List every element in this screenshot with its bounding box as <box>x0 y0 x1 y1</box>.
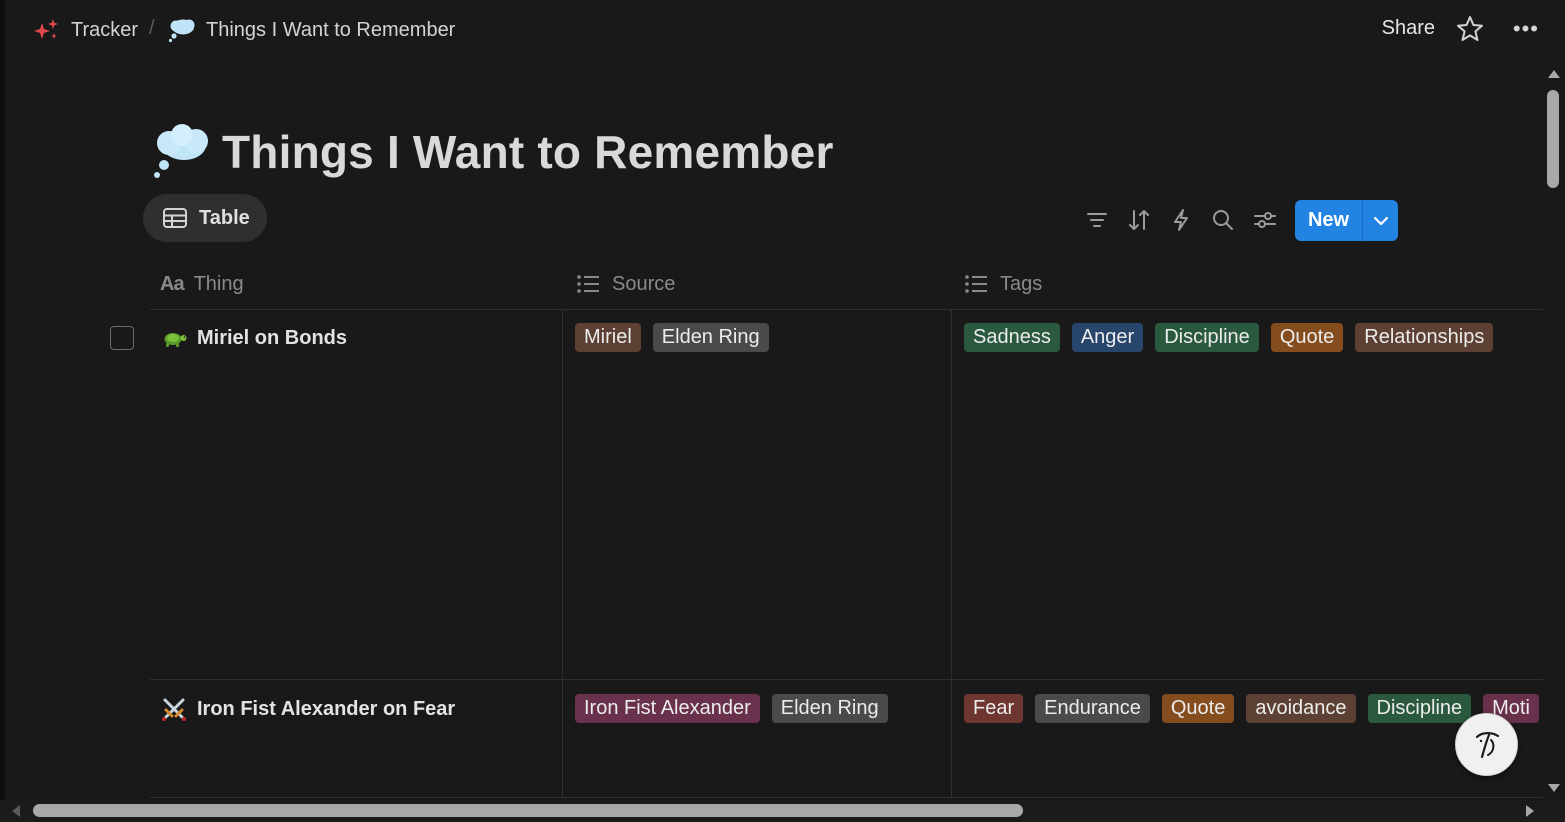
tag-pill: Sadness <box>964 323 1060 352</box>
page-title[interactable]: Things I Want to Remember <box>222 125 834 179</box>
new-button[interactable]: New <box>1295 200 1363 241</box>
scroll-up-arrow-icon[interactable] <box>1547 68 1561 80</box>
breadcrumb-page[interactable]: Things I Want to Remember <box>168 17 455 43</box>
row-divider <box>150 797 1543 798</box>
row-divider <box>150 679 1543 680</box>
breadcrumb-workspace-label: Tracker <box>71 18 139 41</box>
tag-pill: Quote <box>1270 323 1344 352</box>
scroll-down-arrow-icon[interactable] <box>1547 782 1561 794</box>
scroll-left-arrow-icon[interactable] <box>10 804 22 818</box>
column-header-label: Source <box>612 272 676 295</box>
sparkles-icon <box>34 19 58 39</box>
scroll-right-arrow-icon[interactable] <box>1524 804 1536 818</box>
tag-pill: Quote <box>1161 694 1235 723</box>
thought-balloon-icon <box>168 19 195 43</box>
view-settings-icon[interactable] <box>1252 207 1278 233</box>
table-row-title[interactable]: Iron Fist Alexander on Fear <box>160 694 455 724</box>
top-bar: Tracker / Things I Want to Remember Shar… <box>5 0 1565 58</box>
tags-cell[interactable]: Fear Endurance Quote avoidance Disciplin… <box>964 694 1542 723</box>
breadcrumb-workspace[interactable]: Tracker <box>33 17 138 43</box>
horizontal-scrollbar[interactable] <box>0 800 1565 822</box>
tag-pill: Discipline <box>1367 694 1472 723</box>
row-title-label: Iron Fist Alexander on Fear <box>197 697 456 720</box>
window-left-edge <box>0 0 5 822</box>
new-dropdown-button[interactable] <box>1363 200 1398 241</box>
search-icon[interactable] <box>1210 207 1236 233</box>
source-tag: Iron Fist Alexander <box>575 694 760 723</box>
row-title-label: Miriel on Bonds <box>197 326 347 349</box>
list-icon <box>965 275 987 293</box>
new-button-group: New <box>1295 200 1398 241</box>
source-tag: Miriel <box>575 323 641 352</box>
text-aa-icon: Aa <box>160 272 185 295</box>
column-divider <box>562 310 563 798</box>
source-cell[interactable]: Miriel Elden Ring <box>575 323 945 352</box>
breadcrumb-page-label: Things I Want to Remember <box>206 18 456 41</box>
list-icon <box>577 275 599 293</box>
column-header-label: Tags <box>1000 272 1043 295</box>
sort-icon[interactable] <box>1126 207 1152 233</box>
thought-balloon-icon <box>154 124 208 178</box>
tags-cell[interactable]: Sadness Anger Discipline Quote Relations… <box>964 323 1542 352</box>
source-cell[interactable]: Iron Fist Alexander Elden Ring <box>575 694 945 723</box>
ai-face-icon <box>1475 731 1499 758</box>
view-tab-table[interactable]: Table <box>143 194 267 242</box>
column-header-thing[interactable]: Aa Thing <box>160 268 244 300</box>
row-checkbox[interactable] <box>110 326 134 350</box>
source-tag: Elden Ring <box>771 694 888 723</box>
tag-pill: Discipline <box>1155 323 1259 352</box>
column-header-source[interactable]: Source <box>576 268 675 300</box>
table-icon <box>163 208 187 228</box>
crossed-swords-icon <box>162 698 186 721</box>
tag-pill: Endurance <box>1035 694 1150 723</box>
turtle-icon <box>164 333 187 347</box>
share-button[interactable]: Share <box>1382 17 1435 40</box>
more-options-icon[interactable]: ••• <box>1513 18 1539 40</box>
breadcrumb-separator: / <box>149 17 155 39</box>
page-header: Things I Want to Remember <box>152 120 834 184</box>
horizontal-scrollbar-thumb[interactable] <box>33 804 1023 817</box>
favorite-star-icon[interactable] <box>1455 14 1485 44</box>
view-tab-label: Table <box>199 206 250 229</box>
tag-pill: Anger <box>1071 323 1144 352</box>
filter-icon[interactable] <box>1084 207 1110 233</box>
vertical-scrollbar-thumb[interactable] <box>1547 90 1559 188</box>
table-row-title[interactable]: Miriel on Bonds <box>160 323 347 353</box>
column-divider <box>951 310 952 798</box>
tag-pill: Fear <box>964 694 1024 723</box>
header-divider <box>150 309 1543 310</box>
tag-pill: Relationships <box>1355 323 1494 352</box>
automation-lightning-icon[interactable] <box>1168 207 1194 233</box>
source-tag: Elden Ring <box>652 323 769 352</box>
column-header-label: Thing <box>193 272 244 295</box>
chevron-down-icon <box>1373 216 1388 225</box>
column-header-tags[interactable]: Tags <box>964 268 1042 300</box>
ai-assistant-button[interactable] <box>1455 713 1518 776</box>
tag-pill: avoidance <box>1246 694 1356 723</box>
